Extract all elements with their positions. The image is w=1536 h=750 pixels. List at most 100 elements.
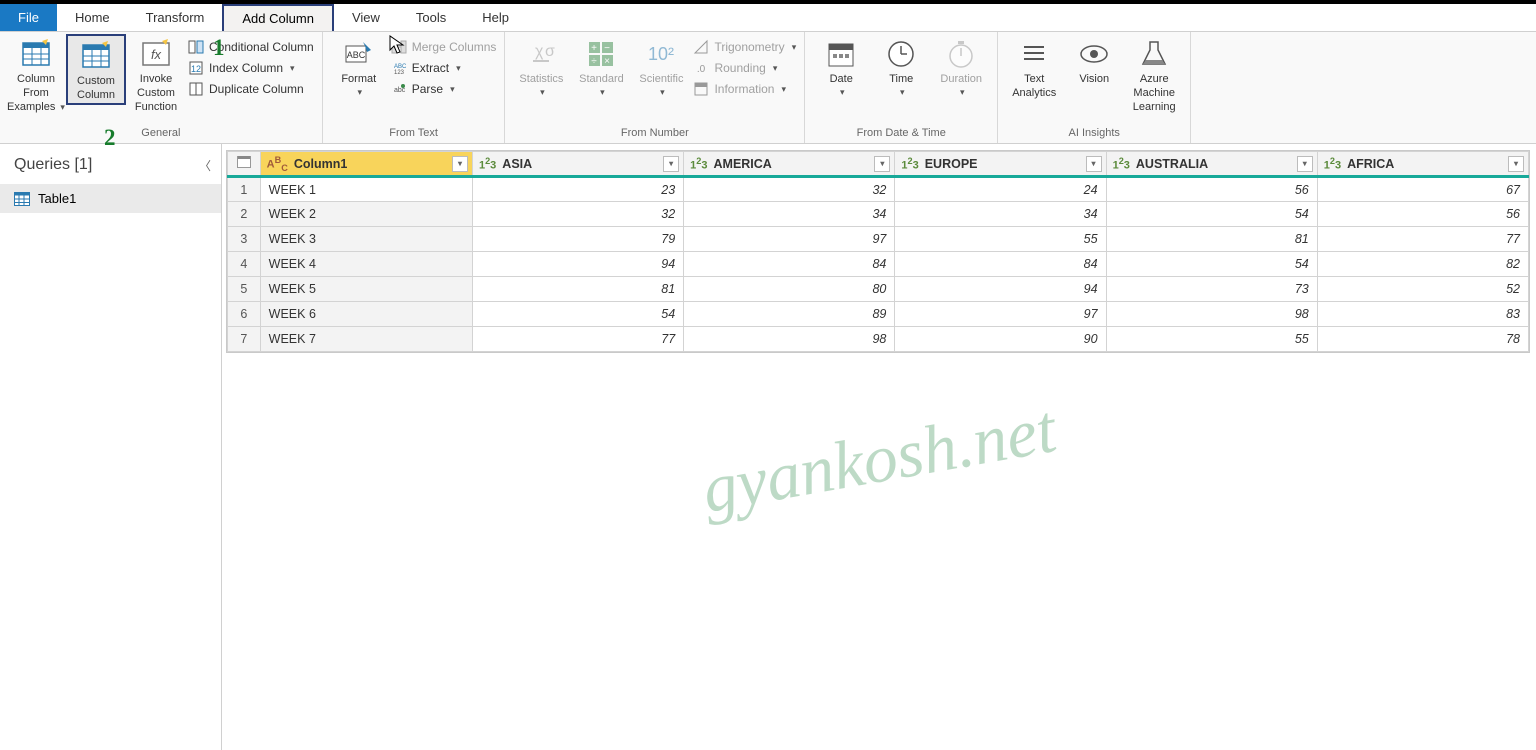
- invoke-custom-function[interactable]: fxInvoke CustomFunction: [126, 34, 186, 114]
- column-from-examples[interactable]: Column FromExamples ▾: [6, 34, 66, 114]
- cell-value[interactable]: 52: [1317, 277, 1528, 302]
- column-header-asia[interactable]: 123ASIA▾: [472, 152, 683, 177]
- table-row[interactable]: 2WEEK 23234345456: [228, 202, 1529, 227]
- table-row[interactable]: 7WEEK 77798905578: [228, 327, 1529, 352]
- cell-value[interactable]: 73: [1106, 277, 1317, 302]
- cell-value[interactable]: 56: [1106, 177, 1317, 202]
- column-header-europe[interactable]: 123EUROPE▾: [895, 152, 1106, 177]
- menu-add-column[interactable]: Add Column: [222, 4, 334, 31]
- cell-value[interactable]: 54: [1106, 202, 1317, 227]
- vision-button[interactable]: Vision: [1064, 34, 1124, 87]
- cell-value[interactable]: 98: [684, 327, 895, 352]
- row-number[interactable]: 7: [228, 327, 261, 352]
- menu-transform[interactable]: Transform: [128, 4, 223, 31]
- table-row[interactable]: 4WEEK 49484845482: [228, 252, 1529, 277]
- cell-value[interactable]: 90: [895, 327, 1106, 352]
- row-number[interactable]: 2: [228, 202, 261, 227]
- column-header-column1[interactable]: ABCColumn1▾: [260, 152, 472, 177]
- cell-value[interactable]: 98: [1106, 302, 1317, 327]
- index-column[interactable]: 12Index Column▾: [186, 59, 316, 77]
- menu-file[interactable]: File: [0, 4, 57, 31]
- cell-value[interactable]: 97: [684, 227, 895, 252]
- azure-ml[interactable]: Azure MachineLearning: [1124, 34, 1184, 114]
- column-header-australia[interactable]: 123AUSTRALIA▾: [1106, 152, 1317, 177]
- text-analytics[interactable]: TextAnalytics: [1004, 34, 1064, 101]
- cell-value[interactable]: 32: [684, 177, 895, 202]
- cell-value[interactable]: 24: [895, 177, 1106, 202]
- cell-label[interactable]: WEEK 2: [260, 202, 472, 227]
- cell-value[interactable]: 55: [895, 227, 1106, 252]
- cell-value[interactable]: 79: [472, 227, 683, 252]
- cell-value[interactable]: 94: [895, 277, 1106, 302]
- cell-value[interactable]: 23: [472, 177, 683, 202]
- cell-value[interactable]: 80: [684, 277, 895, 302]
- table-row[interactable]: 3WEEK 37997558177: [228, 227, 1529, 252]
- column-header-africa[interactable]: 123AFRICA▾: [1317, 152, 1528, 177]
- menu-home[interactable]: Home: [57, 4, 128, 31]
- table-row[interactable]: 1WEEK 12332245667: [228, 177, 1529, 202]
- row-number[interactable]: 5: [228, 277, 261, 302]
- cell-label[interactable]: WEEK 5: [260, 277, 472, 302]
- cell-value[interactable]: 84: [895, 252, 1106, 277]
- cell-value[interactable]: 34: [684, 202, 895, 227]
- cell-label[interactable]: WEEK 7: [260, 327, 472, 352]
- cell-value[interactable]: 32: [472, 202, 683, 227]
- standard-button[interactable]: +−÷×Standard▾: [571, 34, 631, 98]
- cell-value[interactable]: 82: [1317, 252, 1528, 277]
- filter-dropdown-icon[interactable]: ▾: [1508, 156, 1524, 172]
- table-corner[interactable]: [228, 152, 261, 177]
- duration-button[interactable]: Duration▾: [931, 34, 991, 98]
- cell-value[interactable]: 97: [895, 302, 1106, 327]
- menu-view[interactable]: View: [334, 4, 398, 31]
- menu-help[interactable]: Help: [464, 4, 527, 31]
- collapse-queries-icon[interactable]: 〈: [199, 157, 211, 174]
- date-button[interactable]: Date▾: [811, 34, 871, 98]
- duplicate-column[interactable]: Duplicate Column: [186, 80, 316, 98]
- cell-label[interactable]: WEEK 4: [260, 252, 472, 277]
- row-number[interactable]: 3: [228, 227, 261, 252]
- cell-value[interactable]: 78: [1317, 327, 1528, 352]
- statistics-button[interactable]: χσStatistics▾: [511, 34, 571, 98]
- rounding[interactable]: .0Rounding▾: [691, 59, 798, 77]
- filter-dropdown-icon[interactable]: ▾: [452, 156, 468, 172]
- time-button[interactable]: Time▾: [871, 34, 931, 98]
- filter-dropdown-icon[interactable]: ▾: [663, 156, 679, 172]
- format-button[interactable]: ABCFormat▾: [329, 34, 389, 98]
- cell-value[interactable]: 67: [1317, 177, 1528, 202]
- cell-value[interactable]: 55: [1106, 327, 1317, 352]
- filter-dropdown-icon[interactable]: ▾: [1086, 156, 1102, 172]
- filter-dropdown-icon[interactable]: ▾: [874, 156, 890, 172]
- information[interactable]: Information▾: [691, 80, 798, 98]
- row-number[interactable]: 1: [228, 177, 261, 202]
- trigonometry[interactable]: Trigonometry▾: [691, 38, 798, 56]
- query-item-table1[interactable]: Table1: [0, 184, 221, 213]
- custom-column[interactable]: CustomColumn: [66, 34, 126, 105]
- table-row[interactable]: 5WEEK 58180947352: [228, 277, 1529, 302]
- cell-value[interactable]: 34: [895, 202, 1106, 227]
- cell-value[interactable]: 77: [472, 327, 683, 352]
- scientific-button[interactable]: 10²Scientific▾: [631, 34, 691, 98]
- cell-value[interactable]: 81: [472, 277, 683, 302]
- cell-label[interactable]: WEEK 1: [260, 177, 472, 202]
- row-number[interactable]: 4: [228, 252, 261, 277]
- cell-value[interactable]: 77: [1317, 227, 1528, 252]
- menu-tools[interactable]: Tools: [398, 4, 464, 31]
- filter-dropdown-icon[interactable]: ▾: [1297, 156, 1313, 172]
- row-number[interactable]: 6: [228, 302, 261, 327]
- cell-label[interactable]: WEEK 3: [260, 227, 472, 252]
- extract[interactable]: ABC123Extract▾: [389, 59, 499, 77]
- cell-value[interactable]: 54: [472, 302, 683, 327]
- cell-value[interactable]: 81: [1106, 227, 1317, 252]
- cell-value[interactable]: 94: [472, 252, 683, 277]
- merge-columns[interactable]: Merge Columns: [389, 38, 499, 56]
- parse[interactable]: abcParse▾: [389, 80, 499, 98]
- table-row[interactable]: 6WEEK 65489979883: [228, 302, 1529, 327]
- cell-value[interactable]: 54: [1106, 252, 1317, 277]
- cell-value[interactable]: 84: [684, 252, 895, 277]
- cell-value[interactable]: 83: [1317, 302, 1528, 327]
- cell-label[interactable]: WEEK 6: [260, 302, 472, 327]
- cell-value[interactable]: 89: [684, 302, 895, 327]
- conditional-column[interactable]: Conditional Column: [186, 38, 316, 56]
- column-header-america[interactable]: 123AMERICA▾: [684, 152, 895, 177]
- cell-value[interactable]: 56: [1317, 202, 1528, 227]
